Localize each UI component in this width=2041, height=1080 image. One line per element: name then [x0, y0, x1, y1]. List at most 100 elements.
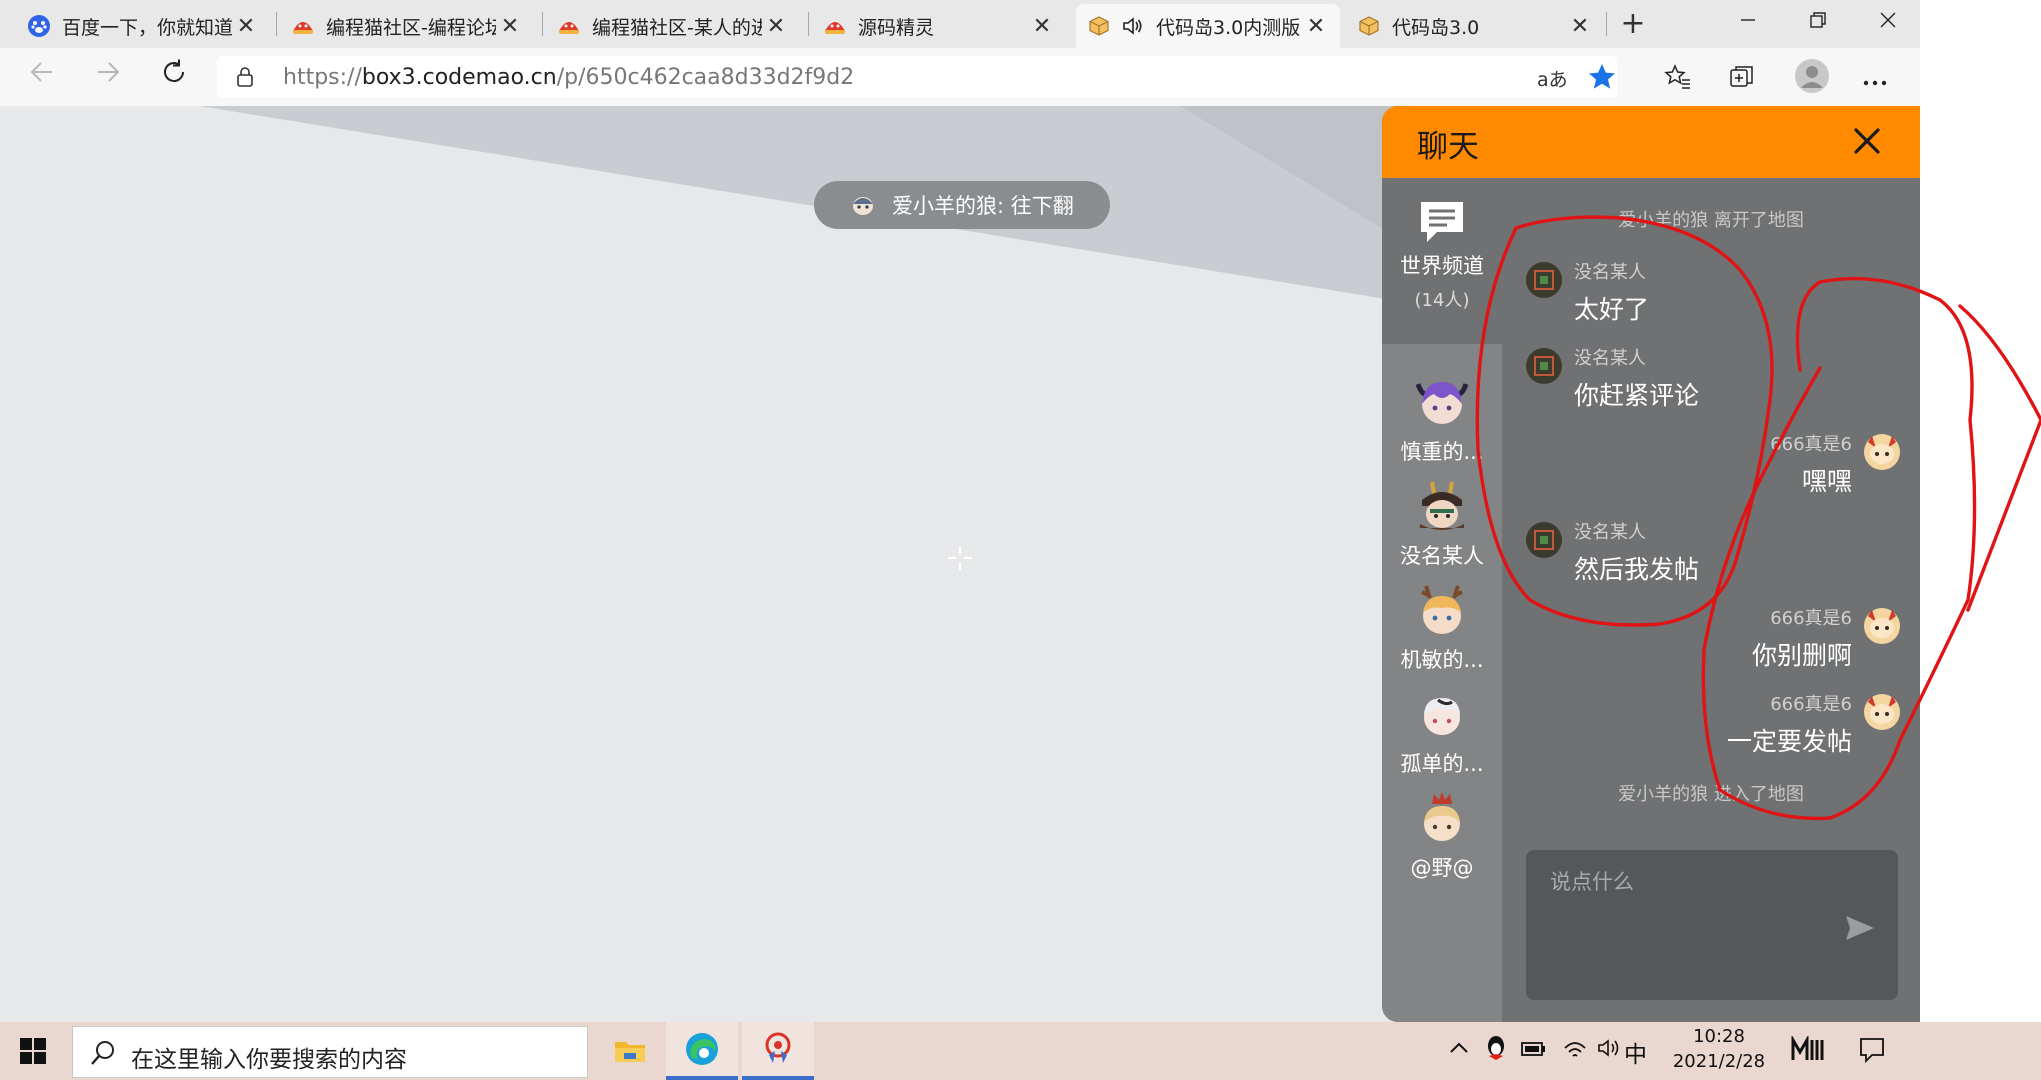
tab-box3[interactable]: 代码岛3.0 ✕ — [1346, 4, 1604, 48]
tab-close-icon[interactable]: ✕ — [232, 14, 260, 39]
chat-message-right: 666真是6 一定要发帖 — [1632, 690, 1900, 758]
tab-box3-beta[interactable]: 代码岛3.0内测版 ✕ — [1076, 4, 1340, 48]
m-logo-icon[interactable] — [1790, 1034, 1824, 1066]
new-tab-button[interactable]: + — [1613, 6, 1653, 42]
speaker-icon[interactable] — [1120, 13, 1146, 39]
restore-button[interactable] — [1786, 0, 1850, 44]
forward-button[interactable] — [88, 58, 128, 96]
channel-user-mingmou[interactable]: 没名某人 — [1382, 478, 1502, 570]
url-text[interactable]: https://box3.codemao.cn/p/650c462caa8d33… — [283, 65, 854, 90]
tab-close-icon[interactable]: ✕ — [1028, 14, 1056, 39]
tab-close-icon[interactable]: ✕ — [496, 14, 524, 39]
volume-icon[interactable] — [1596, 1036, 1622, 1064]
ime-indicator[interactable]: 中 — [1624, 1035, 1647, 1069]
more-options-icon[interactable] — [1862, 72, 1888, 91]
channel-user-clever[interactable]: 机敏的... — [1382, 582, 1502, 674]
tab-close-icon[interactable]: ✕ — [1302, 14, 1330, 39]
channel-label: 孤单的... — [1400, 752, 1484, 776]
avatar-fox-icon — [1864, 434, 1900, 470]
message-text: 太好了 — [1574, 295, 1650, 324]
tab-codemao-post[interactable]: 编程猫社区-某人的进 ✕ — [546, 4, 800, 48]
chat-notice-text: 爱小羊的狼: 往下翻 — [892, 194, 1074, 218]
avatar-antlers — [1421, 585, 1463, 634]
tab-separator — [808, 12, 809, 36]
minimize-button[interactable] — [1716, 0, 1780, 44]
avatar-pixel-icon — [1526, 262, 1562, 298]
taskbar-file-explorer[interactable] — [594, 1022, 666, 1080]
tab-codemao-forum[interactable]: 编程猫社区-编程论坛 ✕ — [280, 4, 534, 48]
chat-channel-list: 世界频道 (14人) 慎重的... 没名某人 机敏的... 孤单的... @野@ — [1382, 178, 1502, 1022]
chat-notice-chip: 爱小羊的狼: 往下翻 — [814, 181, 1110, 229]
box3-cube-icon — [1356, 13, 1382, 39]
taskbar-search-box[interactable]: 在这里输入你要搜索的内容 — [72, 1026, 588, 1078]
channel-label: 机敏的... — [1400, 648, 1484, 672]
browser-toolbar: https://box3.codemao.cn/p/650c462caa8d33… — [0, 48, 1920, 106]
windows-taskbar: 在这里输入你要搜索的内容 中 10:28 2021/2/28 — [0, 1022, 2041, 1080]
chat-title: 聊天 — [1417, 129, 1479, 165]
clock-time: 10:28 — [1693, 1026, 1745, 1047]
tab-separator — [542, 12, 543, 36]
tab-title: 代码岛3.0内测版 — [1156, 16, 1301, 39]
address-bar[interactable]: https://box3.codemao.cn/p/650c462caa8d33… — [217, 56, 1617, 98]
qq-penguin-icon[interactable] — [1484, 1034, 1508, 1066]
box3-cube-icon — [1086, 13, 1112, 39]
windows-start-icon[interactable] — [18, 1036, 48, 1070]
kitten-app-icon — [765, 1032, 791, 1063]
message-username: 没名某人 — [1574, 522, 1646, 543]
codemao-icon — [556, 13, 582, 39]
battery-icon[interactable] — [1520, 1038, 1548, 1062]
close-icon[interactable] — [1852, 126, 1882, 160]
chat-message-right: 666真是6 嘿嘿 — [1632, 430, 1900, 498]
game-viewport[interactable]: 爱小羊的狼: 往下翻 聊天 世界频道 (14人) 慎重的... 没名某人 机敏的… — [0, 106, 1920, 1022]
channel-label: 世界频道 — [1400, 254, 1484, 278]
channel-label: @野@ — [1410, 856, 1474, 880]
taskbar-edge[interactable] — [666, 1022, 738, 1080]
desktop-right-margin — [1920, 0, 2041, 1080]
notifications-icon[interactable] — [1858, 1036, 1886, 1068]
channel-label: 没名某人 — [1400, 544, 1484, 568]
profile-avatar-icon[interactable] — [1794, 58, 1830, 98]
message-username: 666真是6 — [1770, 608, 1852, 629]
channel-user-ye[interactable]: @野@ — [1382, 790, 1502, 882]
message-text: 然后我发帖 — [1574, 555, 1700, 584]
channel-user-lonely[interactable]: 孤单的... — [1382, 686, 1502, 778]
avatar-fox-icon — [1864, 608, 1900, 644]
codemao-icon — [290, 13, 316, 39]
message-username: 666真是6 — [1770, 434, 1852, 455]
tab-separator — [276, 12, 277, 36]
tab-title: 编程猫社区-编程论坛 — [326, 16, 496, 39]
channel-label: 慎重的... — [1400, 440, 1484, 464]
folder-icon — [615, 1042, 645, 1062]
channel-user-cautious[interactable]: 慎重的... — [1382, 374, 1502, 466]
avatar-fox-icon — [1864, 694, 1900, 730]
send-icon[interactable] — [1844, 914, 1876, 946]
system-clock[interactable]: 10:28 2021/2/28 — [1664, 1026, 1774, 1072]
wifi-icon[interactable] — [1562, 1036, 1588, 1064]
back-button[interactable] — [22, 58, 62, 96]
close-window-button[interactable] — [1856, 0, 1920, 44]
url-path: /p/650c462caa8d33d2f9d2 — [556, 65, 855, 90]
message-username: 没名某人 — [1574, 262, 1646, 283]
avatar-crown — [1424, 792, 1460, 841]
chat-input[interactable] — [1526, 850, 1898, 1000]
lock-icon[interactable] — [235, 66, 255, 92]
read-aloud-icon[interactable]: aあ — [1537, 65, 1568, 92]
favorites-icon[interactable] — [1664, 64, 1692, 94]
avatar-white-hair — [1424, 698, 1460, 735]
message-text: 你别删啊 — [1751, 641, 1852, 670]
collections-icon[interactable] — [1728, 64, 1756, 94]
tray-expand-chevron-icon[interactable] — [1448, 1040, 1470, 1060]
refresh-button[interactable] — [154, 58, 194, 96]
tab-baidu[interactable]: 百度一下，你就知道 ✕ — [16, 4, 270, 48]
chat-panel: 聊天 世界频道 (14人) 慎重的... 没名某人 机敏的... 孤单的... … — [1382, 106, 1920, 1022]
codemao-icon — [822, 13, 848, 39]
tab-close-icon[interactable]: ✕ — [1566, 14, 1594, 39]
chat-input-box[interactable] — [1526, 850, 1898, 1000]
tab-close-icon[interactable]: ✕ — [762, 14, 790, 39]
tab-source-sprite[interactable]: 源码精灵 ✕ — [812, 4, 1066, 48]
favorite-star-icon[interactable] — [1587, 62, 1617, 96]
channel-world[interactable]: 世界频道 (14人) — [1382, 198, 1502, 312]
avatar-small-icon — [853, 197, 873, 215]
clock-date: 2021/2/28 — [1672, 1051, 1766, 1072]
taskbar-codemao-app[interactable] — [742, 1022, 814, 1080]
